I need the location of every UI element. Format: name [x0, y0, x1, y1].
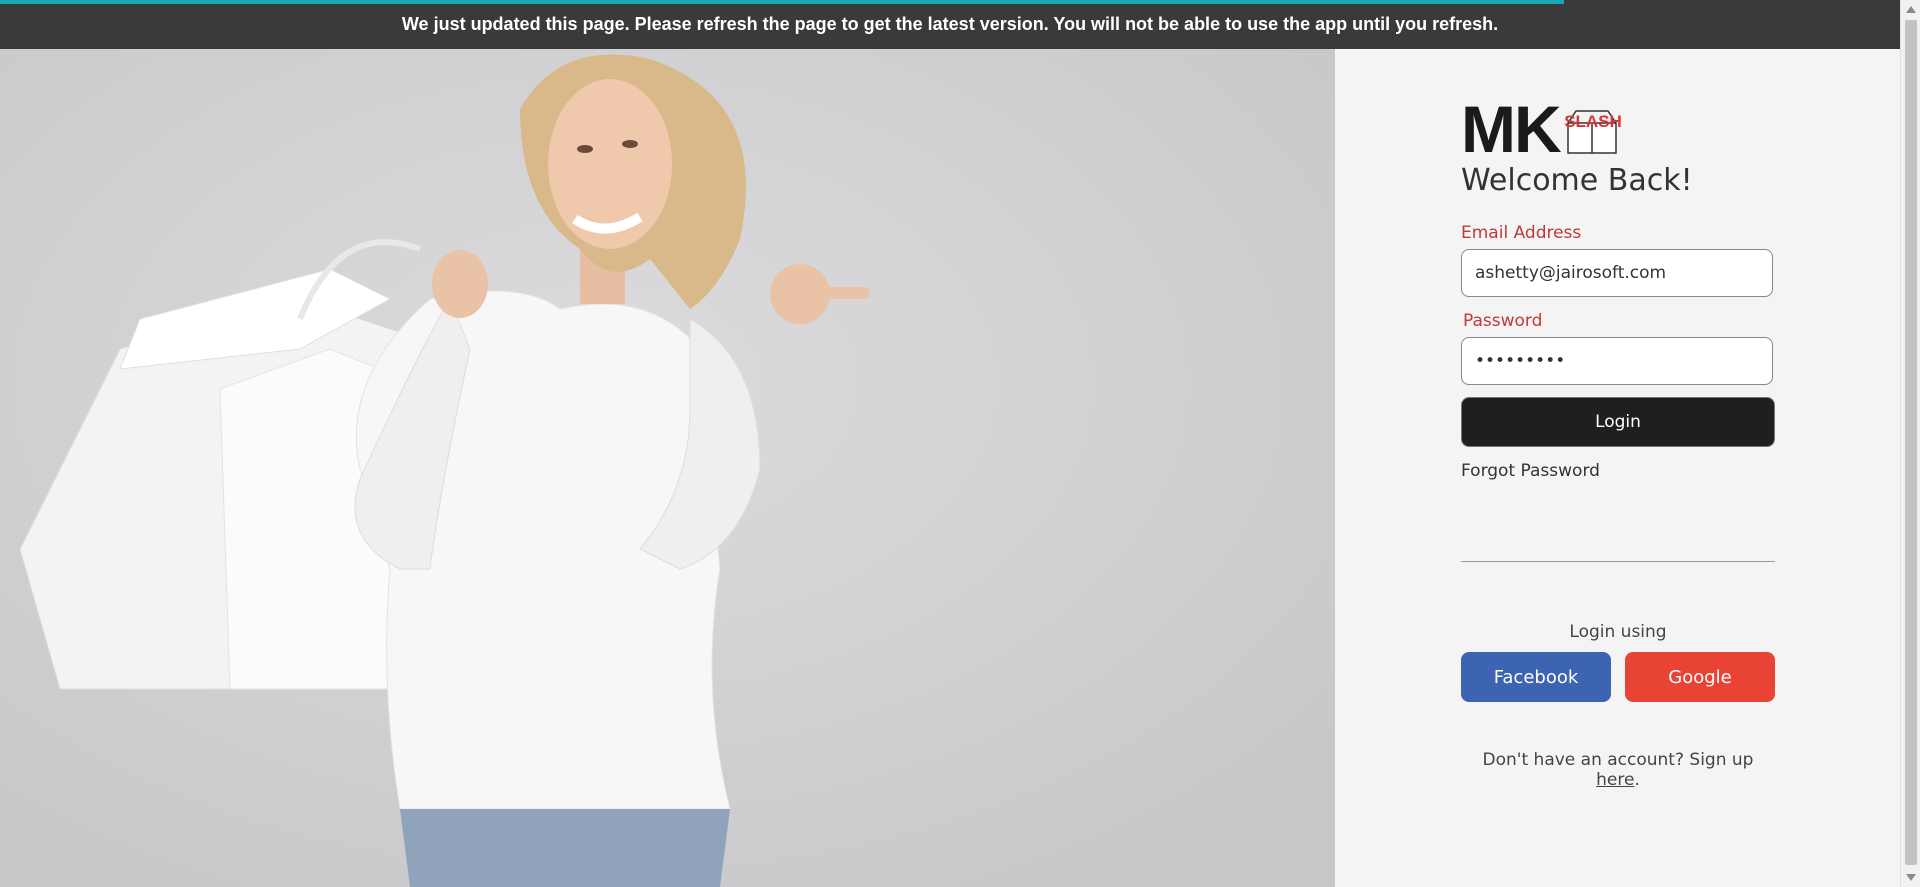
brand-logo: MK SLASH [1461, 92, 1775, 166]
hero-image [0, 49, 1335, 887]
facebook-login-button[interactable]: Facebook [1461, 652, 1611, 702]
signup-suffix: . [1634, 770, 1640, 790]
login-using-label: Login using [1569, 622, 1667, 642]
scrollbar-thumb[interactable] [1905, 20, 1917, 865]
forgot-password-link[interactable]: Forgot Password [1461, 461, 1775, 481]
logo-box-icon: SLASH [1564, 110, 1622, 154]
scroll-down-icon[interactable] [1906, 874, 1916, 881]
email-label: Email Address [1461, 223, 1582, 243]
brand-logo-text: MK [1461, 92, 1562, 166]
logo-box-text: SLASH [1564, 112, 1622, 131]
google-login-button[interactable]: Google [1625, 652, 1775, 702]
email-field-value: ashetty@jairosoft.com [1475, 263, 1667, 283]
social-login-buttons: Facebook Google [1461, 652, 1775, 702]
password-field-value: ••••••••• [1475, 351, 1566, 371]
update-banner: We just updated this page. Please refres… [0, 0, 1900, 49]
woman-with-shopping-bags-illustration [0, 49, 1335, 887]
update-banner-message: We just updated this page. Please refres… [401, 14, 1499, 34]
page-title: Welcome Back! [1461, 163, 1693, 198]
signup-link[interactable]: here [1596, 770, 1634, 790]
login-button[interactable]: Login [1461, 397, 1775, 447]
divider [1461, 561, 1775, 562]
page-load-progress-bar [0, 0, 1564, 4]
password-field[interactable]: ••••••••• [1461, 337, 1773, 385]
password-label: Password [1463, 311, 1543, 331]
signup-prompt: Don't have an account? Sign up here. [1461, 750, 1775, 790]
scroll-up-icon[interactable] [1906, 6, 1916, 13]
email-field[interactable]: ashetty@jairosoft.com [1461, 249, 1773, 297]
page-scrollbar[interactable] [1900, 0, 1920, 887]
login-form: MK SLASH Welcome Back! Email Address ash… [1461, 92, 1775, 790]
signup-prefix: Don't have an account? Sign up [1482, 750, 1754, 770]
